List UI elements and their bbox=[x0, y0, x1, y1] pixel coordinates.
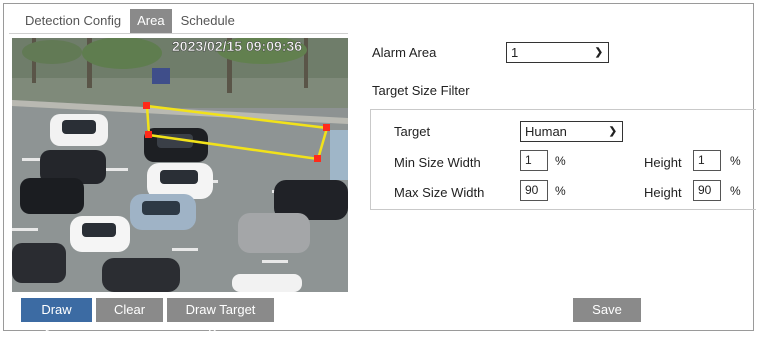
target-label: Target bbox=[394, 124, 431, 139]
chevron-down-icon: ❯ bbox=[594, 47, 603, 58]
vertex-handle[interactable] bbox=[143, 102, 150, 109]
camera-preview[interactable]: 2023/02/15 09:09:36 bbox=[12, 38, 348, 292]
alarm-area-select[interactable]: 1 ❯ bbox=[506, 42, 609, 63]
vertex-handle[interactable] bbox=[323, 124, 330, 131]
max-width-unit: % bbox=[555, 184, 566, 198]
alarm-area-label: Alarm Area bbox=[372, 45, 437, 60]
target-size-filter-heading: Target Size Filter bbox=[372, 83, 470, 98]
drawing-toolbar: Draw Area Clear Draw Target Size bbox=[21, 298, 278, 341]
chevron-down-icon: ❯ bbox=[608, 126, 617, 137]
tab-schedule[interactable]: Schedule bbox=[174, 9, 242, 33]
clear-button[interactable]: Clear bbox=[96, 298, 163, 322]
max-width-input[interactable]: 90 bbox=[520, 180, 548, 201]
tab-area[interactable]: Area bbox=[130, 9, 172, 33]
min-height-unit: % bbox=[730, 154, 741, 168]
max-height-label: Height bbox=[644, 185, 682, 200]
tab-divider bbox=[9, 33, 348, 34]
target-value: Human bbox=[525, 124, 567, 139]
camera-scene: 2023/02/15 09:09:36 bbox=[12, 38, 348, 292]
video-timestamp: 2023/02/15 09:09:36 bbox=[172, 38, 302, 54]
draw-target-size-button[interactable]: Draw Target Size bbox=[167, 298, 274, 341]
min-width-unit: % bbox=[555, 154, 566, 168]
alarm-area-value: 1 bbox=[511, 45, 519, 60]
vertex-handle[interactable] bbox=[145, 131, 152, 138]
min-height-label: Height bbox=[644, 155, 682, 170]
max-height-unit: % bbox=[730, 184, 741, 198]
vertex-handle[interactable] bbox=[314, 155, 321, 162]
max-height-input[interactable]: 90 bbox=[693, 180, 721, 201]
target-select[interactable]: Human ❯ bbox=[520, 121, 623, 142]
tab-bar: Detection Config Area Schedule bbox=[18, 9, 244, 33]
min-width-input[interactable]: 1 bbox=[520, 150, 548, 171]
min-size-width-label: Min Size Width bbox=[394, 155, 481, 170]
tab-detection-config[interactable]: Detection Config bbox=[18, 9, 128, 33]
draw-area-button[interactable]: Draw Area bbox=[21, 298, 92, 341]
min-height-input[interactable]: 1 bbox=[693, 150, 721, 171]
save-button[interactable]: Save bbox=[573, 298, 641, 322]
max-size-width-label: Max Size Width bbox=[394, 185, 485, 200]
